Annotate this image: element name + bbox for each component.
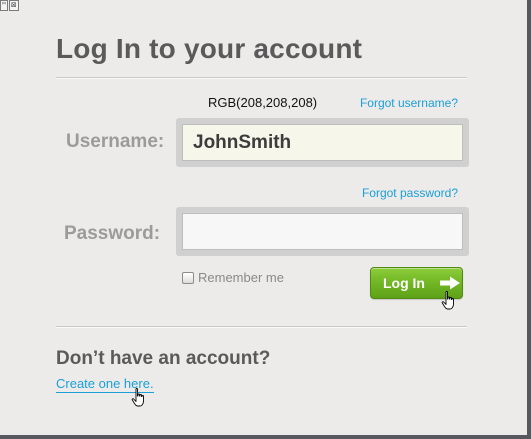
color-annotation: RGB(208,208,208) — [208, 95, 318, 110]
divider — [56, 326, 467, 327]
password-input[interactable] — [182, 213, 463, 250]
divider — [56, 77, 467, 78]
login-panel: ᴹ ⊠ Log In to your account RGB(208,208,2… — [0, 0, 531, 439]
window-restore-icon[interactable]: ᴹ — [0, 0, 8, 11]
password-field-frame — [176, 207, 469, 256]
username-label: Username: — [66, 131, 165, 152]
password-label: Password: — [64, 223, 161, 244]
remember-me-label: Remember me — [198, 270, 284, 285]
page-title: Log In to your account — [56, 33, 363, 64]
no-account-heading: Don’t have an account? — [56, 348, 271, 369]
hand-pointer-icon — [131, 388, 144, 407]
window-corner-controls: ᴹ ⊠ — [0, 0, 19, 11]
remember-me-checkbox[interactable] — [182, 271, 194, 284]
hand-pointer-icon — [441, 291, 454, 310]
arrow-right-icon — [440, 276, 460, 290]
username-field-frame — [176, 118, 469, 167]
login-button-label: Log In — [383, 275, 425, 291]
window-close-icon[interactable]: ⊠ — [8, 0, 19, 11]
forgot-password-link[interactable]: Forgot password? — [362, 186, 458, 200]
username-input[interactable] — [182, 124, 463, 161]
remember-me[interactable]: Remember me — [182, 270, 284, 285]
forgot-username-link[interactable]: Forgot username? — [360, 96, 458, 110]
